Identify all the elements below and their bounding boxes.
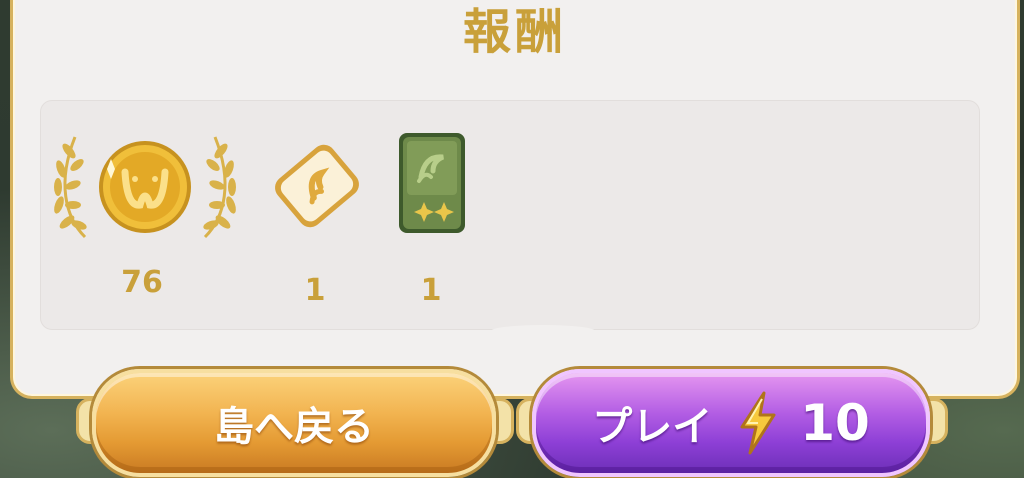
play-label: プレイ <box>592 404 713 450</box>
reward-coin <box>45 127 245 247</box>
panel-title: 報酬 <box>462 4 567 60</box>
play-button[interactable]: プレイ 10 <box>532 369 930 477</box>
gold-coin-icon <box>54 136 236 239</box>
play-energy-cost: 10 <box>800 394 870 452</box>
reward-ticket-count: 1 <box>304 273 326 308</box>
reward-coin-count: 76 <box>121 265 163 300</box>
green-card-pack-icon <box>399 133 465 233</box>
lightning-energy-icon <box>740 391 776 455</box>
reward-card-pack <box>391 129 471 239</box>
reward-card-pack-count: 1 <box>420 273 442 308</box>
card-notch <box>491 325 595 337</box>
back-to-island-button[interactable]: 島へ戻る <box>92 369 496 477</box>
reward-ticket <box>267 131 367 241</box>
rewards-card: 76 1 1 <box>40 100 980 337</box>
back-to-island-label: 島へ戻る <box>214 404 374 450</box>
ticket-icon <box>275 144 359 228</box>
